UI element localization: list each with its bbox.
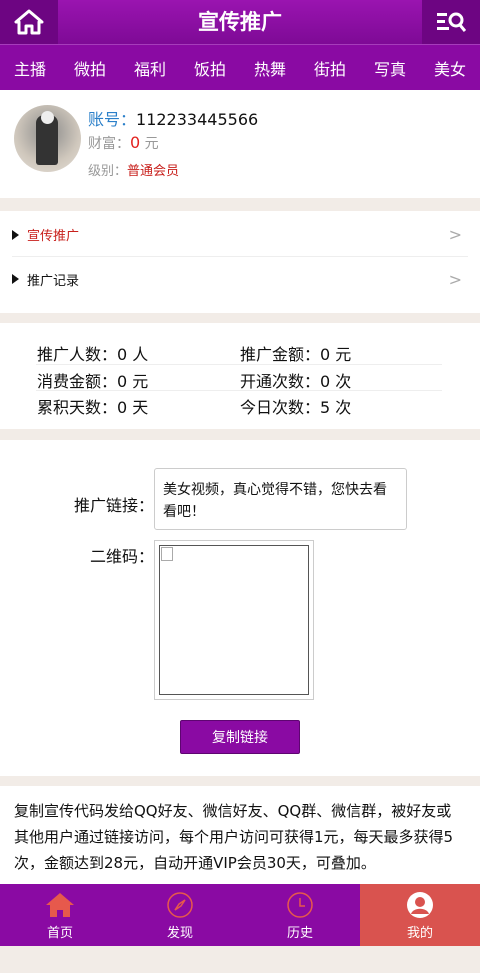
tab-label: 首页 [46, 925, 73, 941]
copy-link-button[interactable]: 复制链接 [180, 720, 300, 754]
stat-spend-amount: 消费金额：0 元 [37, 372, 149, 391]
qr-code-image [154, 540, 314, 700]
stat-today-count: 今日次数：5 次 [240, 398, 352, 417]
wealth-value: 0 [130, 133, 141, 152]
level-info: 级别：普通会员 [88, 160, 179, 179]
nav-item[interactable]: 写真 [360, 56, 420, 80]
account-value: 112233445566 [136, 110, 259, 129]
nav-item[interactable]: 美女 [420, 56, 480, 80]
account-info: 账号：112233445566 [88, 106, 258, 130]
header-bar: 宣传推广 [0, 0, 480, 44]
clock-icon [285, 890, 315, 920]
broken-image-icon [161, 547, 173, 561]
chevron-right-icon: > [448, 225, 462, 244]
home-button[interactable] [0, 0, 58, 44]
tab-discover[interactable]: 发现 [120, 884, 240, 946]
tab-history[interactable]: 历史 [240, 884, 360, 946]
avatar[interactable] [14, 105, 81, 172]
menu-item-label: 推广记录 [27, 273, 80, 289]
nav-item[interactable]: 热舞 [240, 56, 300, 80]
stat-activations: 开通次数：0 次 [240, 372, 352, 391]
wealth-label: 财富： [88, 136, 130, 152]
menu-list: 宣传推广 > 推广记录 > [0, 211, 480, 313]
triangle-right-icon [12, 274, 19, 284]
promo-description: 复制宣传代码发给QQ好友、微信好友、QQ群、微信群，被好友或其他用户通过链接访问… [0, 786, 480, 884]
menu-item-records[interactable]: 推广记录 > [12, 257, 468, 301]
tab-label: 历史 [286, 925, 313, 941]
level-label: 级别： [88, 164, 128, 179]
menu-search-icon [437, 12, 466, 32]
qr-label: 二维码： [90, 547, 155, 566]
stat-total-days: 累积天数：0 天 [37, 398, 149, 417]
wealth-info: 财富：0 元 [88, 133, 159, 153]
account-label: 账号： [88, 110, 137, 129]
nav-item[interactable]: 福利 [120, 56, 180, 80]
menu-item-label: 宣传推广 [27, 229, 80, 244]
tab-home[interactable]: 首页 [0, 884, 120, 946]
promo-link-text[interactable]: 美女视频，真心觉得不错，您快去看看吧！ [154, 468, 407, 530]
stat-promo-amount: 推广金额：0 元 [240, 345, 352, 364]
nav-item[interactable]: 微拍 [60, 56, 120, 80]
menu-item-promotion[interactable]: 宣传推广 > [12, 213, 468, 257]
level-value: 普通会员 [127, 164, 180, 179]
category-nav: 主播 微拍 福利 饭拍 热舞 街拍 写真 美女 [0, 44, 480, 90]
bottom-tabbar: 首页 发现 历史 我的 [0, 884, 480, 946]
triangle-right-icon [12, 229, 19, 240]
tab-label: 我的 [406, 925, 433, 941]
compass-icon [165, 890, 195, 920]
home-icon [14, 9, 44, 35]
menu-search-button[interactable] [422, 0, 480, 44]
chevron-right-icon: > [448, 269, 462, 289]
wealth-unit: 元 [144, 136, 159, 152]
tab-label: 发现 [166, 925, 193, 941]
stat-promo-count: 推广人数：0 人 [37, 345, 149, 364]
user-icon [405, 890, 435, 920]
nav-item[interactable]: 主播 [0, 56, 60, 80]
link-label: 推广链接： [74, 496, 155, 515]
home-icon [45, 890, 75, 920]
page-title: 宣传推广 [198, 10, 282, 34]
tab-mine[interactable]: 我的 [360, 884, 480, 946]
nav-item[interactable]: 饭拍 [180, 56, 240, 80]
nav-item[interactable]: 街拍 [300, 56, 360, 80]
